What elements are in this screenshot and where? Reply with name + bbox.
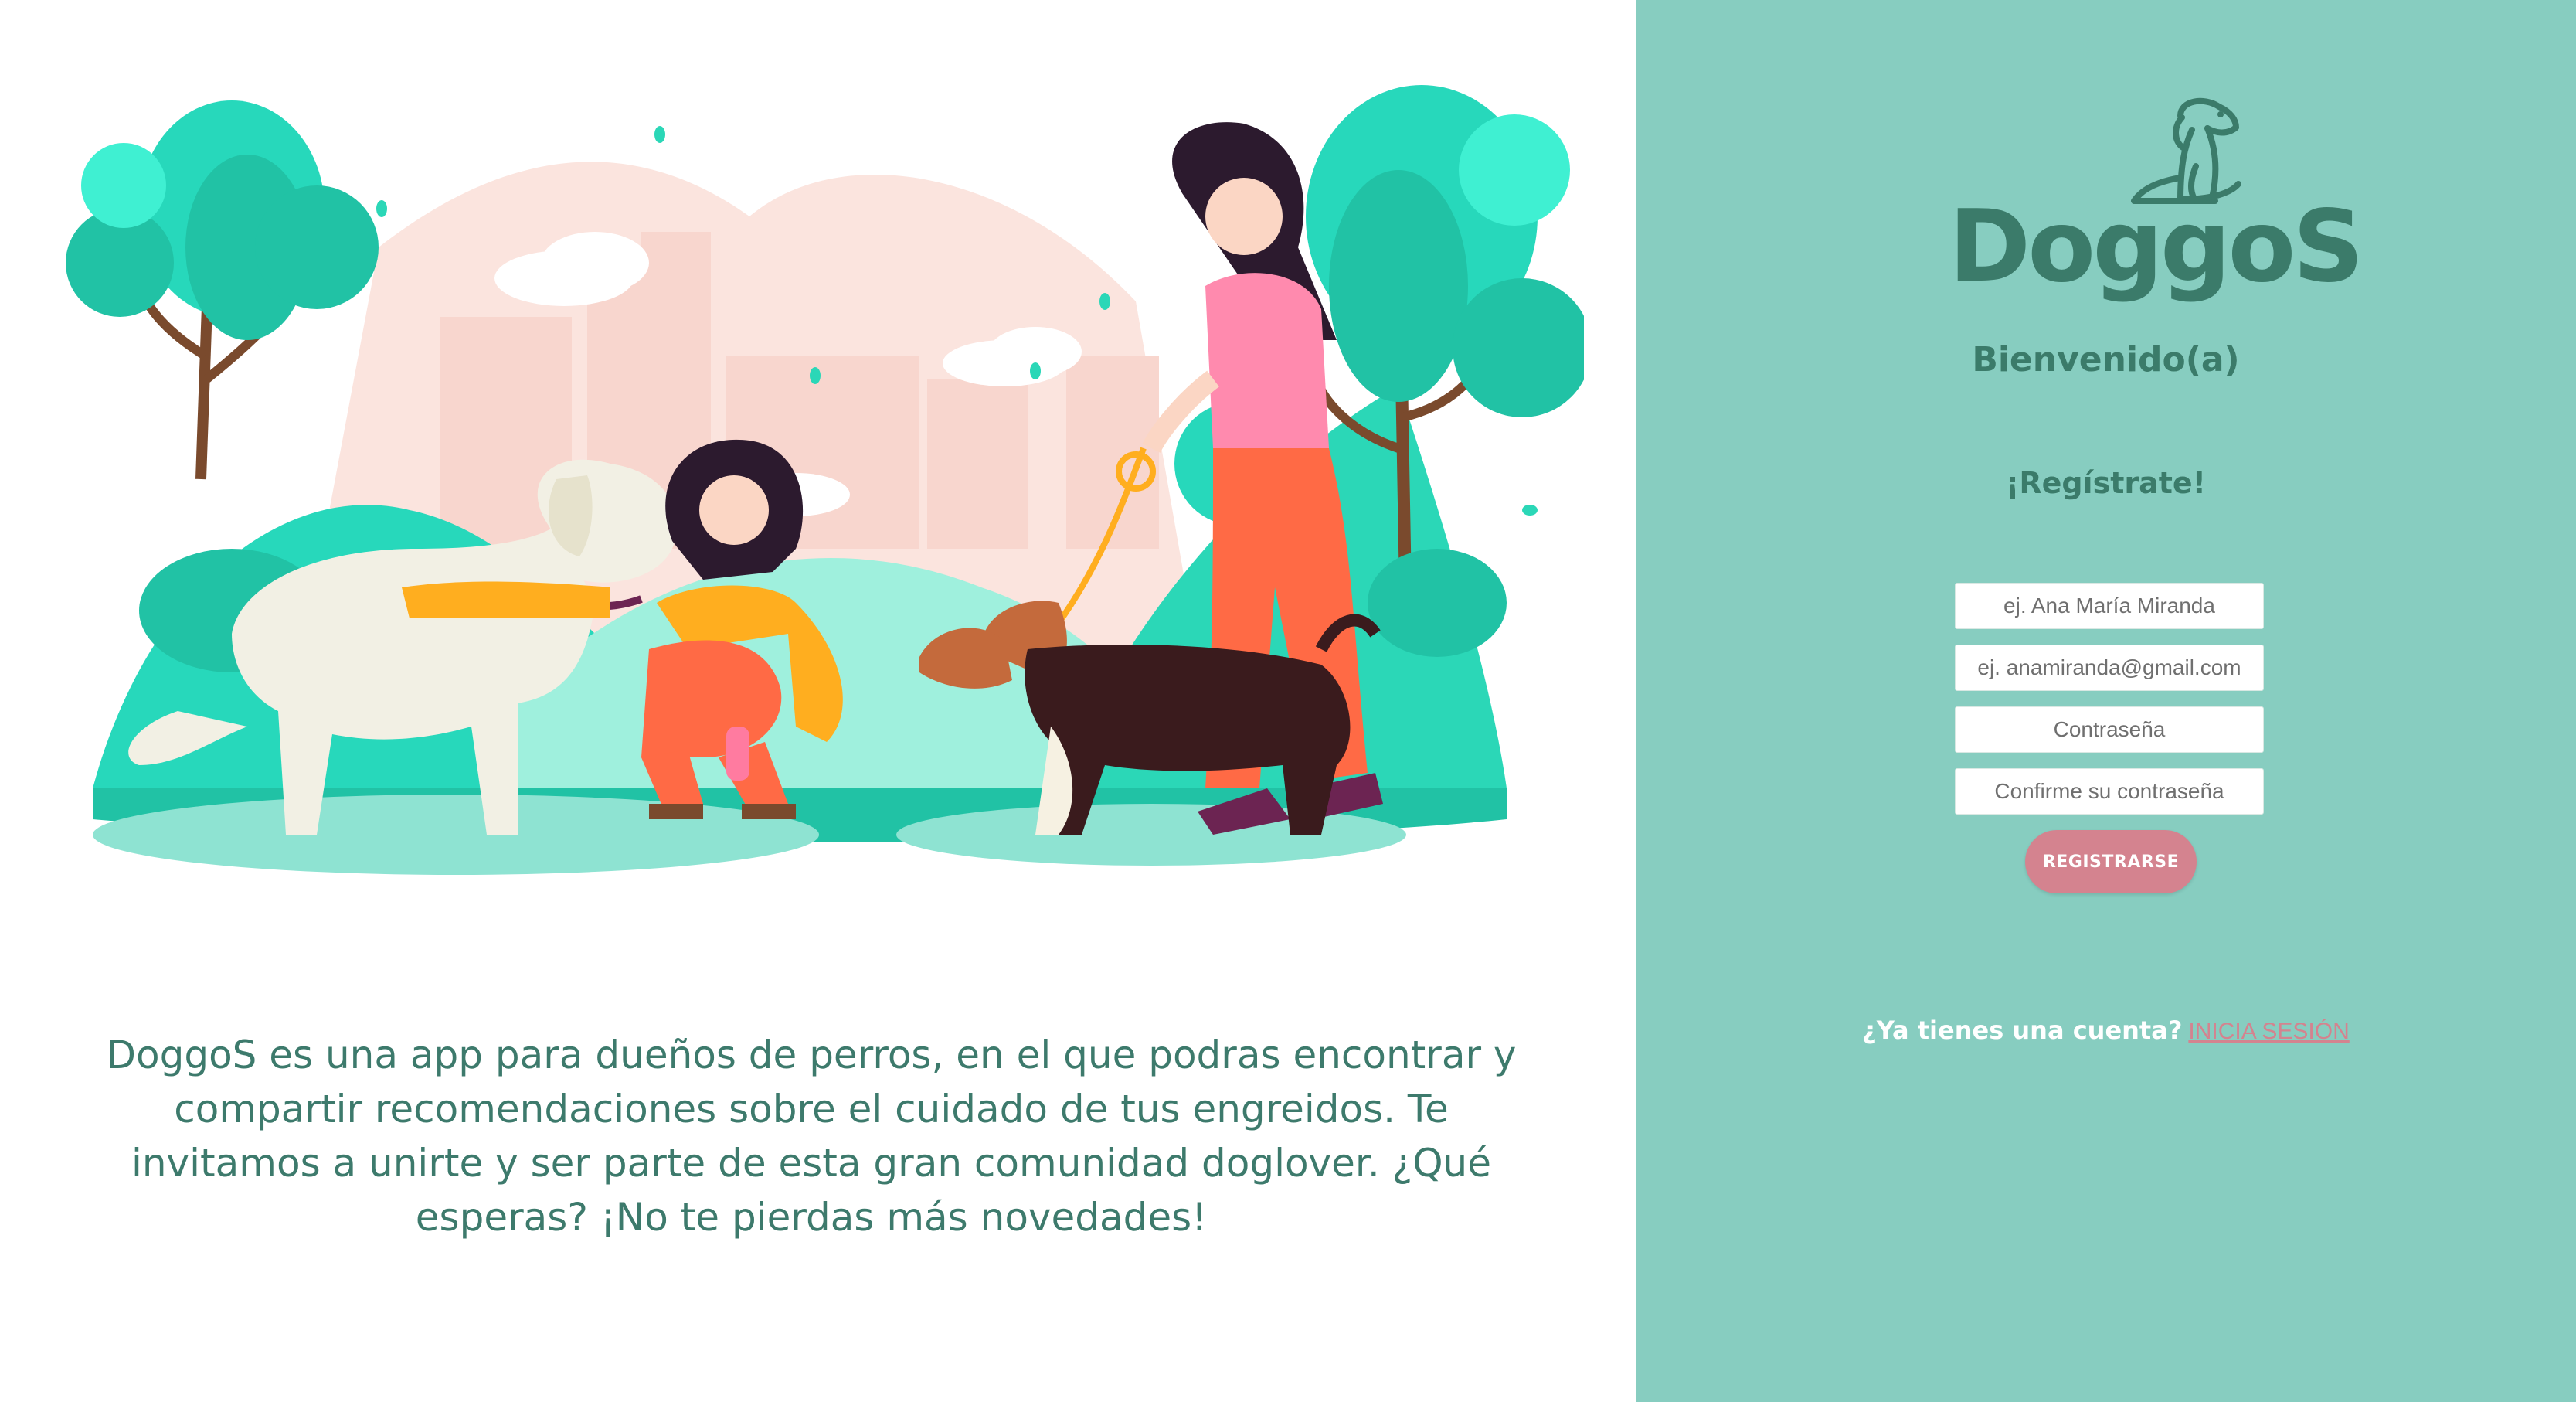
confirm-password-input[interactable] [1955, 768, 2264, 815]
register-panel: DoggoS Bienvenido(a) ¡Regístrate! REGIST… [1636, 0, 2576, 1402]
password-input[interactable] [1955, 706, 2264, 753]
brand-logo: DoggoS [1949, 93, 2364, 309]
hero-panel: DoggoS es una app para dueños de perros,… [0, 0, 1636, 1402]
brand-name: DoggoS [1949, 189, 2364, 305]
register-heading: ¡Regístrate! [2005, 466, 2207, 500]
login-link[interactable]: INICIA SESIÓN [2188, 1019, 2349, 1044]
park-dog-illustration [66, 85, 1584, 875]
welcome-heading: Bienvenido(a) [1972, 340, 2240, 379]
app-description: DoggoS es una app para dueños de perros,… [106, 1033, 1517, 1240]
email-input[interactable] [1955, 645, 2264, 691]
login-prompt: ¿Ya tienes una cuenta? [1862, 1016, 2183, 1045]
name-input[interactable] [1955, 583, 2264, 629]
register-button[interactable]: REGISTRARSE [2025, 830, 2197, 893]
login-prompt-row: ¿Ya tienes una cuenta? INICIA SESIÓN [1636, 1016, 2576, 1045]
